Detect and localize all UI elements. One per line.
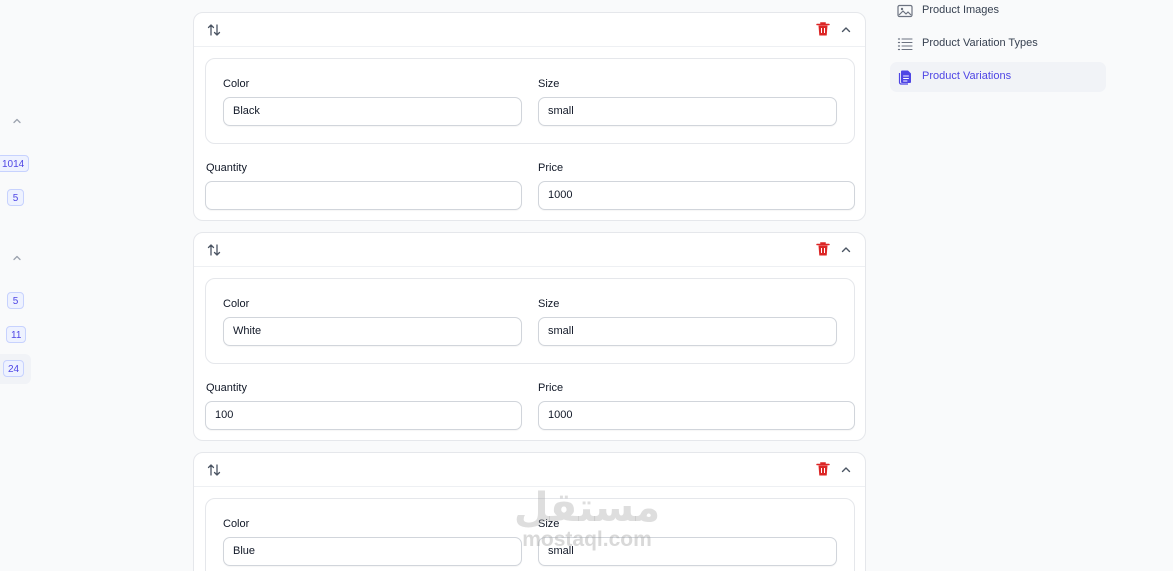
reorder-icon[interactable] xyxy=(206,242,222,258)
card-header xyxy=(194,453,865,487)
count-badge: 1014 xyxy=(0,155,30,172)
card-header xyxy=(194,233,865,267)
color-label: Color xyxy=(223,298,250,310)
quantity-label: Quantity xyxy=(206,162,247,174)
chevron-up-icon[interactable] xyxy=(11,252,23,264)
nav-item-product-variations[interactable]: Product Variations xyxy=(890,62,1106,92)
reorder-icon[interactable] xyxy=(206,462,222,478)
variation-card: Color Blue Size small xyxy=(193,452,866,571)
nav-item-label: Product Images xyxy=(922,4,1000,16)
nav-item-product-images[interactable]: Product Images xyxy=(890,0,1106,26)
reorder-icon[interactable] xyxy=(206,22,222,38)
delete-button[interactable] xyxy=(816,241,830,257)
count-badge: 24 xyxy=(3,360,25,377)
size-label: Size xyxy=(538,518,560,530)
collapse-button[interactable] xyxy=(839,243,853,257)
left-sidebar-strip: 1014 5 5 11 24 xyxy=(0,0,40,571)
image-icon xyxy=(897,3,913,19)
size-label: Size xyxy=(538,298,560,310)
quantity-label: Quantity xyxy=(206,382,247,394)
size-input[interactable]: small xyxy=(538,317,837,346)
nav-item-product-variation-types[interactable]: Product Variation Types xyxy=(890,29,1106,59)
variation-card: Color Black Size small Quantity Price 10… xyxy=(193,12,866,221)
size-label: Size xyxy=(538,78,560,90)
price-label: Price xyxy=(538,382,564,394)
delete-button[interactable] xyxy=(816,461,830,477)
card-header xyxy=(194,13,865,47)
delete-button[interactable] xyxy=(816,21,830,37)
count-badge: 11 xyxy=(6,326,27,343)
list-icon xyxy=(897,36,913,52)
quantity-input[interactable]: 100 xyxy=(205,401,522,430)
color-input[interactable]: White xyxy=(223,317,522,346)
collapse-button[interactable] xyxy=(839,23,853,37)
collapse-button[interactable] xyxy=(839,463,853,477)
documents-icon xyxy=(897,69,913,85)
attributes-group: Color Black Size small xyxy=(205,58,855,144)
price-input[interactable]: 1000 xyxy=(538,181,855,210)
attributes-group: Color Blue Size small xyxy=(205,498,855,571)
quantity-input[interactable] xyxy=(205,181,522,210)
count-badge: 5 xyxy=(7,189,24,206)
size-input[interactable]: small xyxy=(538,97,837,126)
nav-item-label: Product Variations xyxy=(922,70,1012,82)
nav-item-label: Product Variation Types xyxy=(922,37,1038,49)
price-label: Price xyxy=(538,162,564,174)
count-badge: 5 xyxy=(7,292,24,309)
attributes-group: Color White Size small xyxy=(205,278,855,364)
color-input[interactable]: Blue xyxy=(223,537,522,566)
chevron-up-icon[interactable] xyxy=(11,115,23,127)
color-label: Color xyxy=(223,518,250,530)
variation-card: Color White Size small Quantity 100 Pric… xyxy=(193,232,866,441)
price-input[interactable]: 1000 xyxy=(538,401,855,430)
color-label: Color xyxy=(223,78,250,90)
color-input[interactable]: Black xyxy=(223,97,522,126)
size-input[interactable]: small xyxy=(538,537,837,566)
